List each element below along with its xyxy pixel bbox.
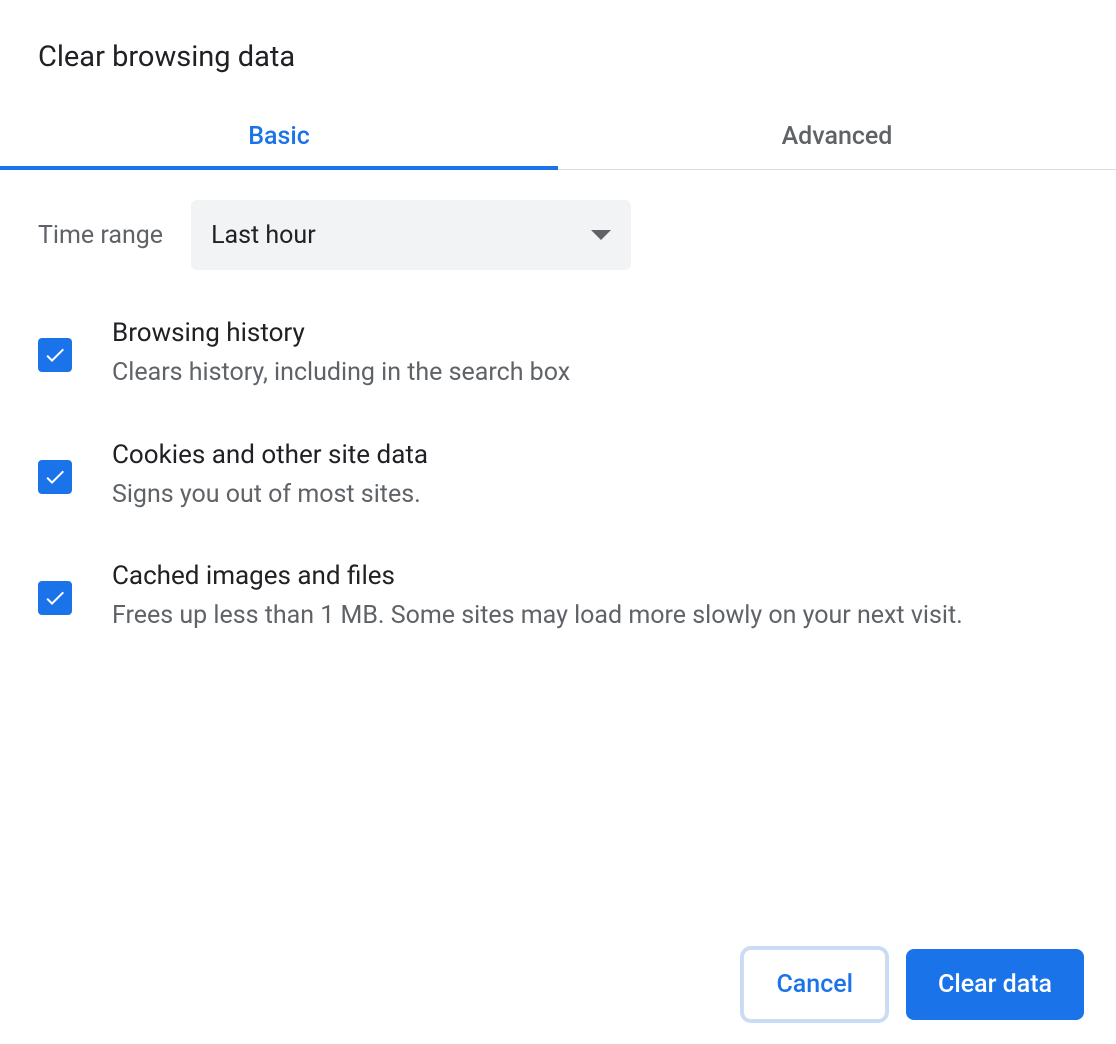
option-description: Signs you out of most sites.	[112, 476, 1078, 514]
checkbox-cookies[interactable]	[38, 460, 72, 494]
option-browsing-history: Browsing history Clears history, includi…	[38, 318, 1078, 392]
option-title: Browsing history	[112, 318, 1078, 348]
tab-advanced[interactable]: Advanced	[558, 104, 1116, 169]
tabs-container: Basic Advanced	[0, 104, 1116, 170]
dropdown-arrow-icon	[591, 230, 611, 240]
time-range-value: Last hour	[211, 221, 591, 250]
option-text: Cached images and files Frees up less th…	[112, 561, 1078, 635]
checkbox-cache[interactable]	[38, 581, 72, 615]
option-cache: Cached images and files Frees up less th…	[38, 561, 1078, 635]
time-range-select[interactable]: Last hour	[191, 200, 631, 270]
option-description: Frees up less than 1 MB. Some sites may …	[112, 597, 1078, 635]
content-area: Time range Last hour Browsing history Cl…	[0, 170, 1116, 713]
checkbox-browsing-history[interactable]	[38, 338, 72, 372]
footer-buttons: Cancel Clear data	[743, 949, 1084, 1020]
check-icon	[43, 343, 67, 367]
option-title: Cookies and other site data	[112, 440, 1078, 470]
option-text: Browsing history Clears history, includi…	[112, 318, 1078, 392]
option-title: Cached images and files	[112, 561, 1078, 591]
time-range-label: Time range	[38, 221, 163, 250]
time-range-row: Time range Last hour	[38, 200, 1078, 270]
option-cookies: Cookies and other site data Signs you ou…	[38, 440, 1078, 514]
option-description: Clears history, including in the search …	[112, 354, 1078, 392]
clear-data-button[interactable]: Clear data	[906, 949, 1084, 1020]
check-icon	[43, 586, 67, 610]
check-icon	[43, 465, 67, 489]
option-text: Cookies and other site data Signs you ou…	[112, 440, 1078, 514]
tab-basic[interactable]: Basic	[0, 104, 558, 169]
cancel-button[interactable]: Cancel	[743, 949, 886, 1020]
dialog-title: Clear browsing data	[0, 0, 1116, 104]
